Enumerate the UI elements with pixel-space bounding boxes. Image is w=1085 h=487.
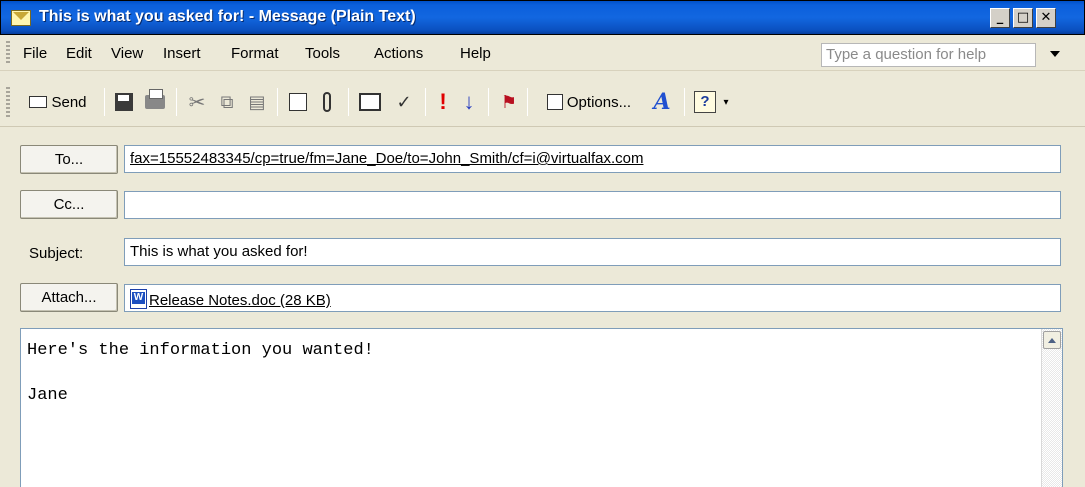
save-icon — [115, 93, 133, 111]
options-icon — [546, 94, 563, 110]
options-button[interactable]: Options... — [535, 89, 643, 115]
cc-button-label: Cc... — [53, 196, 85, 213]
send-label: Send — [51, 93, 87, 111]
help-button[interactable]: ? — [692, 89, 718, 115]
menu-view[interactable]: View — [111, 45, 143, 62]
attach-icon — [323, 92, 331, 112]
attach-field-button[interactable]: Attach... — [20, 283, 118, 312]
toolbar-separator — [684, 88, 685, 116]
check-names-icon: ✓ — [396, 91, 412, 112]
insert-form-icon — [289, 93, 307, 111]
send-button[interactable]: Send — [18, 89, 98, 115]
font-icon: A — [653, 89, 671, 115]
menu-file[interactable]: File — [23, 45, 47, 62]
word-document-icon — [130, 289, 147, 309]
paste-icon: ▤ — [248, 91, 266, 112]
help-search-input[interactable]: Type a question for help — [821, 43, 1036, 67]
print-button[interactable] — [141, 89, 169, 115]
cut-icon: ✂ — [188, 91, 206, 114]
menu-bar: File Edit View Insert Format Tools Actio… — [0, 35, 1085, 71]
vertical-scrollbar[interactable] — [1041, 329, 1062, 487]
to-recipient[interactable]: fax=15552483345/cp=true/fm=Jane_Doe/to=J… — [130, 150, 643, 167]
to-field[interactable]: fax=15552483345/cp=true/fm=Jane_Doe/to=J… — [124, 145, 1061, 173]
toolbar-separator — [104, 88, 105, 116]
cc-button[interactable]: Cc... — [20, 190, 118, 219]
subject-field[interactable]: This is what you asked for! — [124, 238, 1061, 266]
menu-edit[interactable]: Edit — [66, 45, 92, 62]
envelope-icon — [11, 10, 31, 26]
subject-label: Subject: — [29, 245, 84, 262]
body-line: Here's the information you wanted! — [27, 341, 374, 360]
body-line: Jane — [27, 386, 68, 405]
toolbar-overflow-button[interactable]: ▾ — [720, 89, 732, 115]
help-dropdown-arrow-icon[interactable] — [1050, 51, 1060, 57]
cut-button[interactable]: ✂ — [184, 89, 210, 115]
attachment-link[interactable]: Release Notes.doc (28 KB) — [149, 292, 331, 309]
attachment-field[interactable]: Release Notes.doc (28 KB) — [124, 284, 1061, 312]
menu-grip[interactable] — [6, 41, 10, 65]
send-icon — [29, 96, 48, 108]
cc-field[interactable] — [124, 191, 1061, 219]
toolbar-separator — [527, 88, 528, 116]
flag-button[interactable]: ⚑ — [497, 89, 521, 115]
window-title: This is what you asked for! - Message (P… — [39, 8, 416, 25]
maximize-button[interactable]: □ — [1013, 8, 1033, 28]
menu-format[interactable]: Format — [231, 45, 279, 62]
menu-insert[interactable]: Insert — [163, 45, 201, 62]
body-line — [27, 360, 374, 386]
save-button[interactable] — [111, 89, 137, 115]
toolbar-separator — [425, 88, 426, 116]
high-importance-button[interactable]: ! — [432, 89, 454, 115]
message-body-text[interactable]: Here's the information you wanted! Jane — [27, 341, 374, 405]
to-button-label: To... — [54, 151, 84, 168]
close-button[interactable]: ✕ — [1036, 8, 1056, 28]
to-button[interactable]: To... — [20, 145, 118, 174]
print-icon — [145, 89, 165, 109]
toolbar-separator — [348, 88, 349, 116]
chevron-down-icon: ▾ — [723, 96, 729, 108]
toolbar-separator — [488, 88, 489, 116]
address-book-icon — [359, 93, 381, 111]
toolbar-separator — [176, 88, 177, 116]
menu-tools[interactable]: Tools — [305, 45, 340, 62]
paste-button[interactable]: ▤ — [244, 89, 270, 115]
attach-button-label: Attach... — [41, 289, 97, 306]
toolbar-separator — [277, 88, 278, 116]
options-label: Options... — [566, 93, 632, 111]
copy-button[interactable]: ⧉ — [214, 89, 240, 115]
scroll-up-arrow-icon[interactable] — [1043, 331, 1061, 349]
message-body[interactable]: Here's the information you wanted! Jane — [20, 328, 1063, 487]
minimize-button[interactable]: _ — [990, 8, 1010, 28]
help-icon: ? — [694, 91, 716, 113]
font-button[interactable]: A — [647, 89, 677, 115]
high-importance-icon: ! — [439, 89, 447, 114]
address-book-button[interactable] — [355, 89, 385, 115]
check-names-button[interactable]: ✓ — [389, 89, 419, 115]
title-bar: This is what you asked for! - Message (P… — [0, 0, 1085, 35]
menu-help[interactable]: Help — [460, 45, 491, 62]
low-importance-button[interactable]: ↓ — [457, 89, 481, 115]
toolbar: Send ✂ ⧉ ▤ ✓ ! ↓ ⚑ Options... A ? ▾ — [0, 71, 1085, 127]
insert-form-button[interactable] — [284, 89, 312, 115]
toolbar-grip[interactable] — [6, 87, 10, 117]
attach-button[interactable] — [314, 89, 340, 115]
menu-actions[interactable]: Actions — [374, 45, 423, 62]
low-importance-icon: ↓ — [463, 89, 475, 114]
flag-icon: ⚑ — [500, 91, 518, 112]
copy-icon: ⧉ — [220, 91, 234, 112]
